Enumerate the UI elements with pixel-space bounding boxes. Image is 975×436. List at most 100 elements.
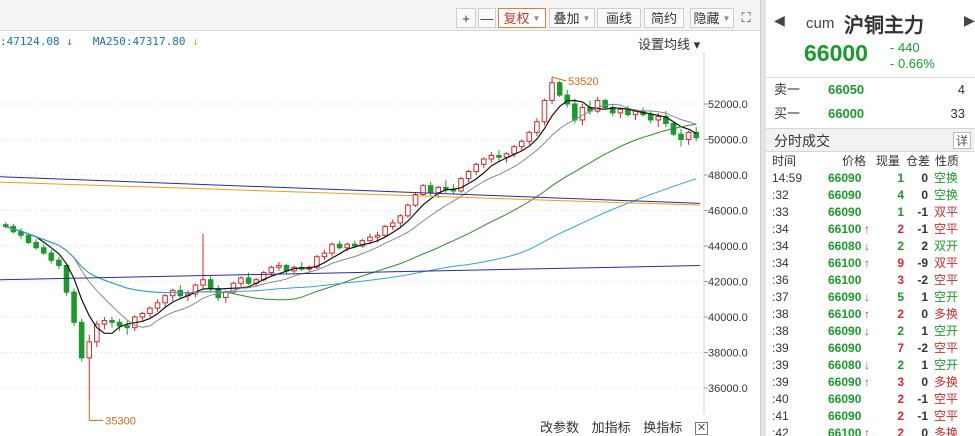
arrow-up-icon: ↑: [864, 375, 870, 389]
tick-row: :37 66090 ↓ 5 1 空开: [766, 289, 975, 306]
ma-long-navy-line: [0, 176, 701, 204]
contract-name: 沪铜主力: [844, 15, 924, 37]
ticks-detail-button[interactable]: 详: [953, 132, 971, 149]
candle-body: [496, 154, 502, 158]
candle-body: [352, 243, 358, 247]
next-icon[interactable]: ▶: [964, 12, 975, 29]
bid-price: 66000: [828, 106, 865, 121]
tick-nature: 空平: [934, 341, 959, 355]
tick-row: :34 66080 ↓ 2 2 双开: [766, 238, 975, 255]
candle-body: [169, 289, 176, 297]
tick-price: 66090: [828, 409, 862, 423]
indicator-bar: 改参数 加指标 换指标 ✕: [540, 417, 717, 436]
ticks-header: 分时成交 详: [766, 128, 975, 152]
candle-body: [367, 236, 373, 242]
tick-oi-change: 0: [921, 307, 928, 321]
candle-body: [124, 325, 130, 329]
ticks-column-headers: 时间 价格 现量 仓差 性质: [766, 152, 975, 170]
tick-nature: 多换: [934, 375, 959, 389]
arrow-up-icon: ↑: [864, 426, 870, 436]
tick-volume: 2: [897, 409, 904, 423]
edit-params-button[interactable]: 改参数: [540, 420, 579, 435]
tick-nature: 空换: [934, 188, 959, 202]
tick-volume: 2: [897, 222, 904, 236]
candle-body: [139, 312, 146, 318]
close-indicator-icon[interactable]: ✕: [694, 422, 708, 436]
tick-price: 66080: [828, 358, 862, 372]
tick-price: 66090: [828, 375, 862, 389]
candle-body: [534, 121, 540, 133]
ask-row: 卖一 66050 4: [766, 78, 975, 102]
candle-body: [245, 277, 252, 284]
switch-indicator-button[interactable]: 换指标: [643, 420, 682, 435]
tick-time: :38: [772, 307, 789, 321]
candle-body: [374, 234, 381, 238]
tick-row: :34 66100 ↑ 2 -1 空平: [766, 221, 975, 238]
tick-price: 66090: [828, 392, 862, 406]
candle-body: [647, 114, 654, 121]
tick-row: :41 66090 2 -1 空平: [766, 408, 975, 425]
add-indicator-button[interactable]: 加指标: [592, 420, 631, 435]
candle-body: [33, 241, 39, 249]
candle-body: [685, 131, 692, 140]
candle-body: [223, 291, 229, 298]
tick-time: :37: [772, 290, 789, 304]
arrow-up-icon: ↑: [864, 222, 870, 236]
tick-time: :40: [772, 392, 789, 406]
y-tick-label: 42000.0: [708, 277, 748, 289]
tick-oi-change: -2: [917, 273, 928, 287]
candle-body: [3, 224, 9, 227]
tick-time: :39: [772, 341, 789, 355]
tick-nature: 空开: [934, 290, 959, 304]
tick-price: 66080: [828, 239, 862, 253]
candle-body: [116, 321, 123, 327]
tick-price: 66100: [828, 222, 862, 236]
tick-oi-change: 1: [921, 290, 928, 304]
candle-body: [458, 178, 464, 192]
quote-header: ◀ cum 沪铜主力 ▶ 66000 - 440 - 0.66%: [766, 0, 975, 78]
tick-nature: 双平: [934, 256, 959, 270]
candle-body: [617, 108, 624, 114]
tick-volume: 4: [897, 188, 904, 202]
tick-price: 66100: [828, 256, 862, 270]
bid-label: 买一: [774, 106, 801, 121]
bid-volume: 33: [950, 106, 965, 121]
tick-nature: 双平: [934, 205, 959, 219]
y-tick-label: 36000.0: [708, 383, 748, 395]
tick-time: :34: [772, 239, 789, 253]
ma30-line: [5, 123, 697, 301]
tick-volume: 9: [897, 256, 904, 270]
tick-price: 66100: [828, 307, 862, 321]
bid-row: 买一 66000 33: [766, 102, 975, 126]
candle-body: [427, 185, 434, 194]
ask-label: 卖一: [774, 82, 801, 97]
y-tick-label: 48000.0: [708, 170, 748, 182]
tick-volume: 2: [897, 324, 904, 338]
tick-volume: 3: [897, 375, 904, 389]
candle-body: [465, 170, 472, 180]
col-nature: 性质: [935, 154, 960, 168]
y-tick-label: 38000.0: [708, 348, 748, 360]
arrow-down-icon: ↓: [864, 324, 870, 338]
tick-row: :32 66090 4 0 空换: [766, 187, 975, 204]
tick-nature: 多换: [934, 426, 959, 436]
tick-nature: 空平: [934, 273, 959, 287]
candle-body: [511, 146, 517, 155]
tick-nature: 双开: [934, 239, 959, 253]
tick-oi-change: -1: [917, 392, 928, 406]
candlestick-chart[interactable]: 52000.0 50000.0 48000.0 46000.0 44000.0 42000…: [0, 0, 760, 436]
col-oi-change: 仓差: [906, 154, 931, 168]
prev-icon[interactable]: ◀: [774, 12, 785, 29]
tick-time: :34: [772, 256, 789, 270]
candle-body: [549, 82, 555, 101]
candle-body: [101, 320, 108, 325]
candle-body: [344, 243, 350, 249]
ma60-line: [5, 178, 697, 294]
y-tick-label: 50000.0: [708, 135, 748, 147]
tick-volume: 2: [897, 239, 904, 253]
tick-time: :32: [772, 188, 789, 202]
tick-row: :40 66090 2 -1 空平: [766, 391, 975, 408]
tick-oi-change: -1: [917, 409, 928, 423]
arrow-up-icon: ↑: [864, 256, 870, 270]
tick-time: :41: [772, 409, 789, 423]
